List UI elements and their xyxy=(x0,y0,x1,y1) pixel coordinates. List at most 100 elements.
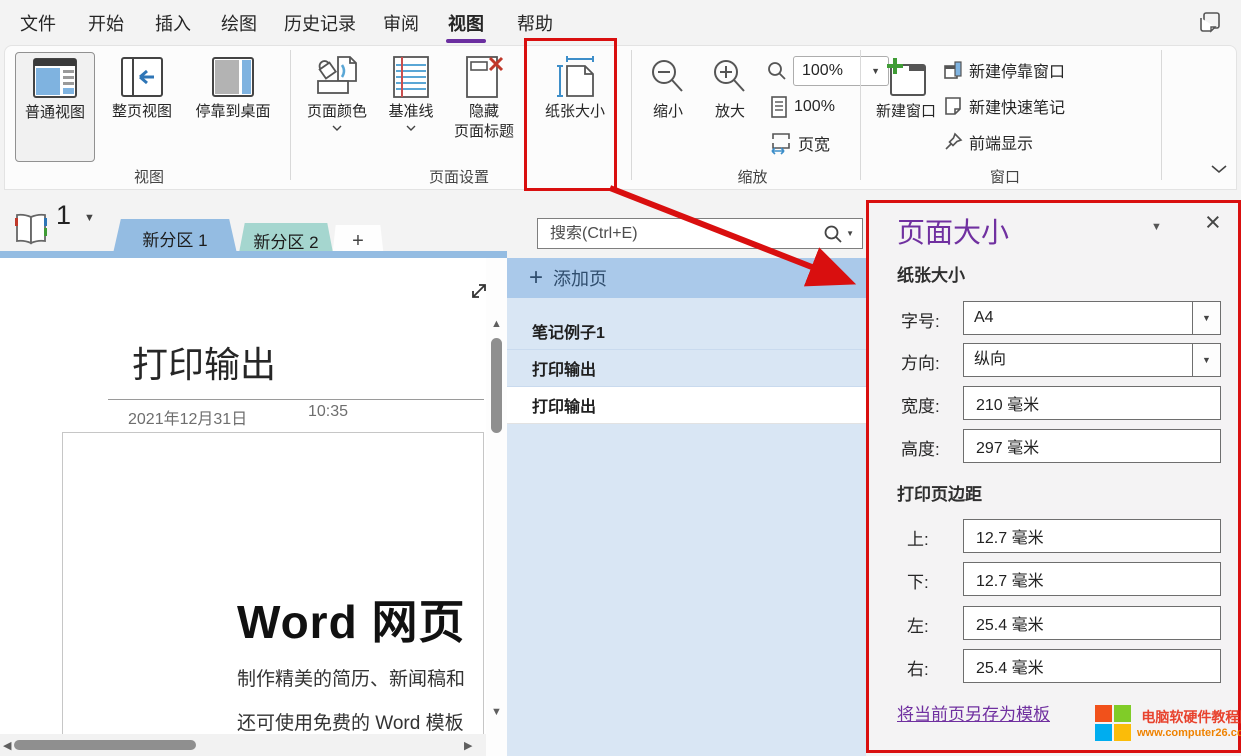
search-icon[interactable]: ▼ xyxy=(823,224,854,244)
page-width-button[interactable]: 页宽 xyxy=(770,131,830,155)
page-date: 2021年12月31日 xyxy=(128,405,247,429)
page-list-panel: + 添加页 笔记例子1 打印输出 打印输出 xyxy=(507,258,866,756)
orientation-value: 纵向 xyxy=(964,344,1192,376)
dock-to-desktop-button[interactable]: 停靠到桌面 xyxy=(185,52,281,122)
page-title[interactable]: 打印输出 xyxy=(132,336,276,388)
page-list-item-selected[interactable]: 打印输出 xyxy=(507,387,866,424)
horizontal-scrollbar[interactable]: ◀ ▶ xyxy=(0,734,486,756)
paper-size-button[interactable]: 纸张大小 xyxy=(535,52,615,122)
normal-view-button[interactable]: 普通视图 xyxy=(15,52,95,162)
margin-right-input[interactable] xyxy=(963,649,1221,683)
pin-icon xyxy=(943,132,963,152)
notebook-icon[interactable] xyxy=(12,213,50,245)
chevron-down-icon: ▼ xyxy=(1202,355,1211,365)
vertical-scrollbar[interactable]: ▲ ▼ xyxy=(486,258,507,756)
notebook-name[interactable]: 1 xyxy=(56,200,71,231)
menu-review[interactable]: 审阅 xyxy=(383,10,419,36)
margin-right-label: 右: xyxy=(907,655,929,680)
page-color-button[interactable]: 页面颜色 xyxy=(299,52,375,131)
section-tab-1-label: 新分区 1 xyxy=(142,226,207,251)
size-label: 字号: xyxy=(901,307,940,332)
margin-bottom-input[interactable] xyxy=(963,562,1221,596)
page-width-label: 页宽 xyxy=(798,131,830,155)
scroll-left-icon[interactable]: ◀ xyxy=(3,739,11,752)
orientation-label: 方向: xyxy=(901,349,940,374)
document-zoom-icon xyxy=(770,96,788,118)
content-heading: Word 网页 xyxy=(237,586,465,652)
vertical-scrollbar-thumb[interactable] xyxy=(491,338,502,433)
page-list-item[interactable]: 笔记例子1 xyxy=(507,313,866,350)
menu-history[interactable]: 历史记录 xyxy=(284,10,356,36)
watermark: 电脑软硬件教程网 www.computer26.com xyxy=(1095,705,1241,741)
content-line-2: 还可使用免费的 Word 模板 xyxy=(237,708,464,735)
horizontal-scrollbar-thumb[interactable] xyxy=(14,740,196,750)
full-page-view-icon xyxy=(120,52,164,102)
add-section-plus: + xyxy=(352,230,364,253)
search-scope-chevron-icon[interactable]: ▼ xyxy=(846,229,854,238)
rule-lines-button[interactable]: 基准线 xyxy=(381,52,441,131)
keep-on-top-button[interactable]: 前端显示 xyxy=(943,130,1033,154)
orientation-dropdown-button[interactable]: ▼ xyxy=(1192,344,1220,376)
zoom-in-button[interactable]: 放大 xyxy=(703,52,757,122)
margin-top-input[interactable] xyxy=(963,519,1221,553)
hide-page-title-button[interactable]: 隐藏 页面标题 xyxy=(445,52,523,142)
search-box[interactable]: ▼ xyxy=(537,218,863,249)
save-as-template-link[interactable]: 将当前页另存为模板 xyxy=(897,700,1050,725)
search-input[interactable] xyxy=(550,225,823,243)
new-docked-window-icon xyxy=(943,60,963,80)
active-section-strip xyxy=(0,251,507,258)
new-window-label: 新建窗口 xyxy=(876,102,936,122)
menu-draw[interactable]: 绘图 xyxy=(221,10,257,36)
width-input[interactable] xyxy=(963,386,1221,420)
stacked-pages-icon[interactable] xyxy=(1197,10,1223,36)
scroll-right-icon[interactable]: ▶ xyxy=(464,739,472,752)
width-label: 宽度: xyxy=(901,392,940,417)
page-item-title: 笔记例子1 xyxy=(532,319,605,343)
hide-page-title-icon xyxy=(463,52,505,102)
add-page-button[interactable]: + 添加页 xyxy=(507,258,866,298)
paper-size-value: A4 xyxy=(964,302,1192,334)
zoom-100-label: 100% xyxy=(794,98,835,116)
full-page-view-button[interactable]: 整页视图 xyxy=(103,52,181,122)
full-page-view-label: 整页视图 xyxy=(112,102,172,122)
watermark-site-name: 电脑软硬件教程网 xyxy=(1141,707,1241,727)
page-list-item[interactable]: 打印输出 xyxy=(507,350,866,387)
zoom-100-button[interactable]: 100% xyxy=(770,96,835,118)
menu-help[interactable]: 帮助 xyxy=(517,10,553,36)
menu-view[interactable]: 视图 xyxy=(448,10,484,36)
normal-view-label: 普通视图 xyxy=(25,103,85,123)
notebook-dropdown-icon[interactable]: ▼ xyxy=(84,212,95,224)
page-width-icon xyxy=(770,131,792,155)
orientation-combobox[interactable]: 纵向 ▼ xyxy=(963,343,1221,377)
new-quick-note-icon xyxy=(943,96,963,116)
new-window-icon xyxy=(883,52,929,102)
rule-lines-icon xyxy=(391,52,431,102)
scroll-down-icon[interactable]: ▼ xyxy=(491,706,502,718)
ribbon-divider xyxy=(290,50,291,180)
zoom-out-label: 缩小 xyxy=(653,102,683,122)
zoom-out-button[interactable]: 缩小 xyxy=(641,52,695,122)
paper-size-combobox[interactable]: A4 ▼ xyxy=(963,301,1221,335)
zoom-out-icon xyxy=(648,52,688,102)
paper-size-section-label: 纸张大小 xyxy=(897,261,965,286)
paper-size-dropdown-button[interactable]: ▼ xyxy=(1192,302,1220,334)
menu-home[interactable]: 开始 xyxy=(88,10,124,36)
close-icon[interactable]: × xyxy=(1205,207,1221,238)
margin-left-input[interactable] xyxy=(963,606,1221,640)
menu-file[interactable]: 文件 xyxy=(20,10,56,36)
ribbon: 普通视图 整页视图 停靠到桌面 视图 页面颜色 基准线 隐藏 页面标题 xyxy=(4,45,1237,190)
collapse-ribbon-chevron-icon[interactable] xyxy=(1210,164,1228,174)
watermark-site-url: www.computer26.com xyxy=(1137,727,1241,739)
height-input[interactable] xyxy=(963,429,1221,463)
page-item-title: 打印输出 xyxy=(532,393,596,417)
task-pane-title: 页面大小 xyxy=(897,211,1009,251)
page-editor: 打印输出 2021年12月31日 10:35 Word 网页 制作精美的简历、新… xyxy=(0,258,507,756)
zoom-in-label: 放大 xyxy=(715,102,745,122)
new-quick-note-button[interactable]: 新建快速笔记 xyxy=(943,94,1065,118)
task-pane-dropdown-icon[interactable]: ▼ xyxy=(1151,221,1162,233)
scroll-up-icon[interactable]: ▲ xyxy=(491,318,502,330)
page-item-title: 打印输出 xyxy=(532,356,596,380)
new-docked-window-button[interactable]: 新建停靠窗口 xyxy=(943,58,1065,82)
menu-insert[interactable]: 插入 xyxy=(155,10,191,36)
new-window-button[interactable]: 新建窗口 xyxy=(871,52,941,122)
